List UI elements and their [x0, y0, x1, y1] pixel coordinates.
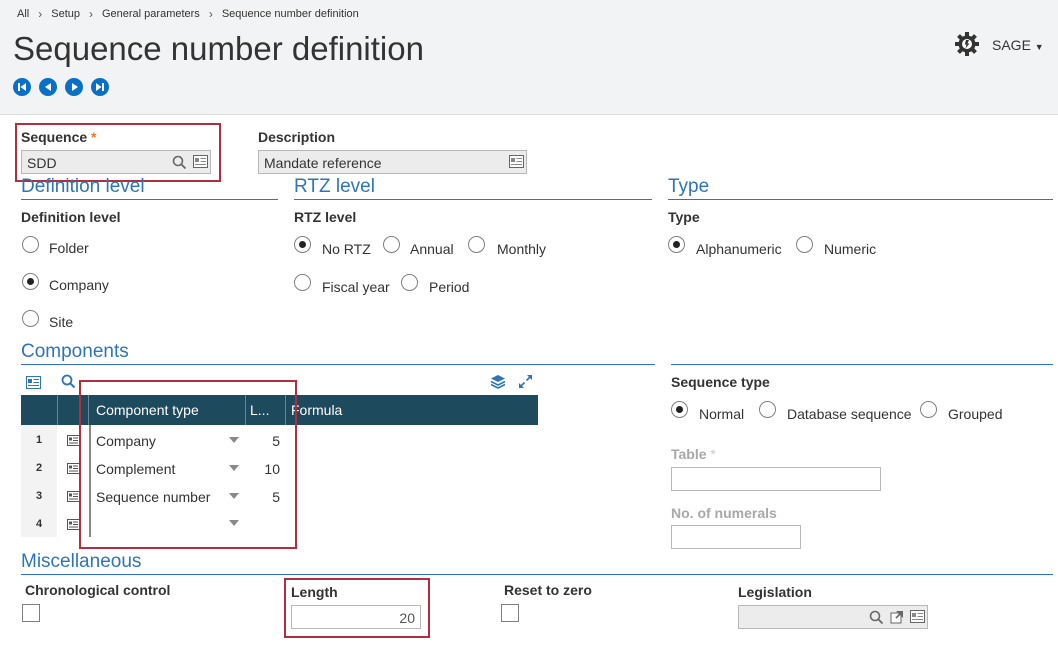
- section-divider: [668, 199, 1053, 200]
- reset-to-zero-label: Reset to zero: [504, 582, 592, 598]
- detail-card-icon[interactable]: [910, 610, 925, 626]
- components-section-title: Components: [21, 341, 129, 362]
- section-divider: [21, 364, 655, 365]
- radio-annual-label: Annual: [410, 241, 454, 257]
- breadcrumb-all[interactable]: All: [17, 8, 29, 20]
- page-header: All › Setup › General parameters › Seque…: [0, 0, 1058, 115]
- radio-company[interactable]: [22, 273, 39, 290]
- radio-normal[interactable]: [671, 401, 688, 418]
- sequence-value: SDD: [27, 155, 57, 171]
- row-number: 3: [35, 490, 43, 502]
- radio-fiscal-year-label: Fiscal year: [322, 279, 390, 295]
- length-label: Length: [291, 584, 338, 600]
- radio-database-sequence-label: Database sequence: [787, 406, 912, 422]
- type-label: Type: [668, 209, 700, 225]
- section-divider: [21, 574, 1053, 575]
- section-divider: [294, 199, 652, 200]
- length-value: 20: [399, 610, 415, 626]
- column-formula[interactable]: Formula: [291, 402, 342, 418]
- numerals-field[interactable]: [671, 525, 801, 549]
- jump-to-icon[interactable]: [890, 610, 904, 627]
- rtz-level-section-title: RTZ level: [294, 176, 375, 197]
- legislation-field[interactable]: [738, 605, 928, 629]
- previous-record-icon[interactable]: [39, 78, 57, 96]
- section-divider: [21, 199, 278, 200]
- next-record-icon[interactable]: [65, 78, 83, 96]
- breadcrumb: All › Setup › General parameters › Seque…: [17, 7, 359, 21]
- radio-site-label: Site: [49, 314, 74, 330]
- section-divider: [671, 364, 1053, 365]
- chrono-control-label: Chronological control: [25, 582, 171, 598]
- detail-card-icon[interactable]: [193, 155, 208, 171]
- layers-icon[interactable]: [490, 374, 506, 394]
- breadcrumb-current: Sequence number definition: [221, 8, 359, 20]
- numerals-label: No. of numerals: [671, 505, 777, 521]
- row-number: 2: [35, 462, 43, 474]
- sequence-type-label: Sequence type: [671, 374, 770, 390]
- radio-folder[interactable]: [22, 236, 39, 253]
- type-section-title: Type: [668, 176, 710, 197]
- radio-annual[interactable]: [383, 236, 400, 253]
- caret-down-icon: ▼: [1034, 42, 1044, 52]
- radio-no-rtz[interactable]: [294, 236, 311, 253]
- table-label: Table *: [671, 446, 716, 462]
- detail-card-icon[interactable]: [509, 155, 524, 171]
- definition-level-section-title: Definition level: [21, 176, 145, 197]
- sequence-label: Sequence *: [21, 129, 97, 145]
- definition-level-label: Definition level: [21, 209, 121, 225]
- radio-alphanumeric[interactable]: [668, 236, 685, 253]
- radio-numeric[interactable]: [796, 236, 813, 253]
- search-icon[interactable]: [172, 155, 187, 173]
- grid-options-icon[interactable]: [26, 376, 41, 394]
- search-icon[interactable]: [869, 610, 884, 628]
- radio-numeric-label: Numeric: [824, 241, 877, 257]
- radio-grouped-label: Grouped: [948, 406, 1003, 422]
- sequence-field[interactable]: SDD: [21, 150, 211, 174]
- radio-period[interactable]: [401, 274, 418, 291]
- radio-monthly[interactable]: [468, 236, 485, 253]
- radio-period-label: Period: [429, 279, 470, 295]
- grid-search-icon[interactable]: [61, 374, 76, 394]
- row-number: 1: [35, 434, 43, 446]
- chrono-control-checkbox[interactable]: [22, 604, 40, 622]
- radio-monthly-label: Monthly: [497, 241, 547, 257]
- description-label: Description: [258, 129, 336, 145]
- radio-folder-label: Folder: [49, 240, 89, 256]
- page-title: Sequence number definition: [13, 30, 424, 67]
- record-navigation: [13, 78, 109, 96]
- description-value: Mandate reference: [264, 155, 382, 171]
- chevron-right-icon: ›: [88, 7, 93, 21]
- user-menu[interactable]: SAGE ▼: [992, 37, 1044, 53]
- radio-grouped[interactable]: [920, 401, 937, 418]
- radio-no-rtz-label: No RTZ: [322, 241, 371, 257]
- legislation-label: Legislation: [738, 584, 812, 600]
- reset-to-zero-checkbox[interactable]: [501, 604, 519, 622]
- radio-database-sequence[interactable]: [759, 401, 776, 418]
- radio-site[interactable]: [22, 310, 39, 327]
- radio-normal-label: Normal: [699, 406, 745, 422]
- breadcrumb-general-parameters[interactable]: General parameters: [102, 8, 200, 20]
- last-record-icon[interactable]: [91, 78, 109, 96]
- length-field[interactable]: 20: [291, 605, 421, 629]
- row-number: 4: [35, 518, 43, 530]
- user-name: SAGE: [992, 37, 1031, 53]
- first-record-icon[interactable]: [13, 78, 31, 96]
- components-highlight: [79, 380, 297, 549]
- chevron-right-icon: ›: [38, 7, 43, 21]
- radio-fiscal-year[interactable]: [294, 274, 311, 291]
- rtz-level-label: RTZ level: [294, 209, 357, 225]
- radio-alphanumeric-label: Alphanumeric: [696, 241, 782, 257]
- miscellaneous-section-title: Miscellaneous: [21, 551, 142, 572]
- radio-company-label: Company: [49, 277, 109, 293]
- chevron-right-icon: ›: [208, 7, 213, 21]
- description-field[interactable]: Mandate reference: [258, 150, 527, 174]
- settings-gear-icon[interactable]: [954, 31, 980, 62]
- table-field[interactable]: [671, 467, 881, 491]
- breadcrumb-setup[interactable]: Setup: [51, 8, 80, 20]
- expand-icon[interactable]: [518, 374, 533, 394]
